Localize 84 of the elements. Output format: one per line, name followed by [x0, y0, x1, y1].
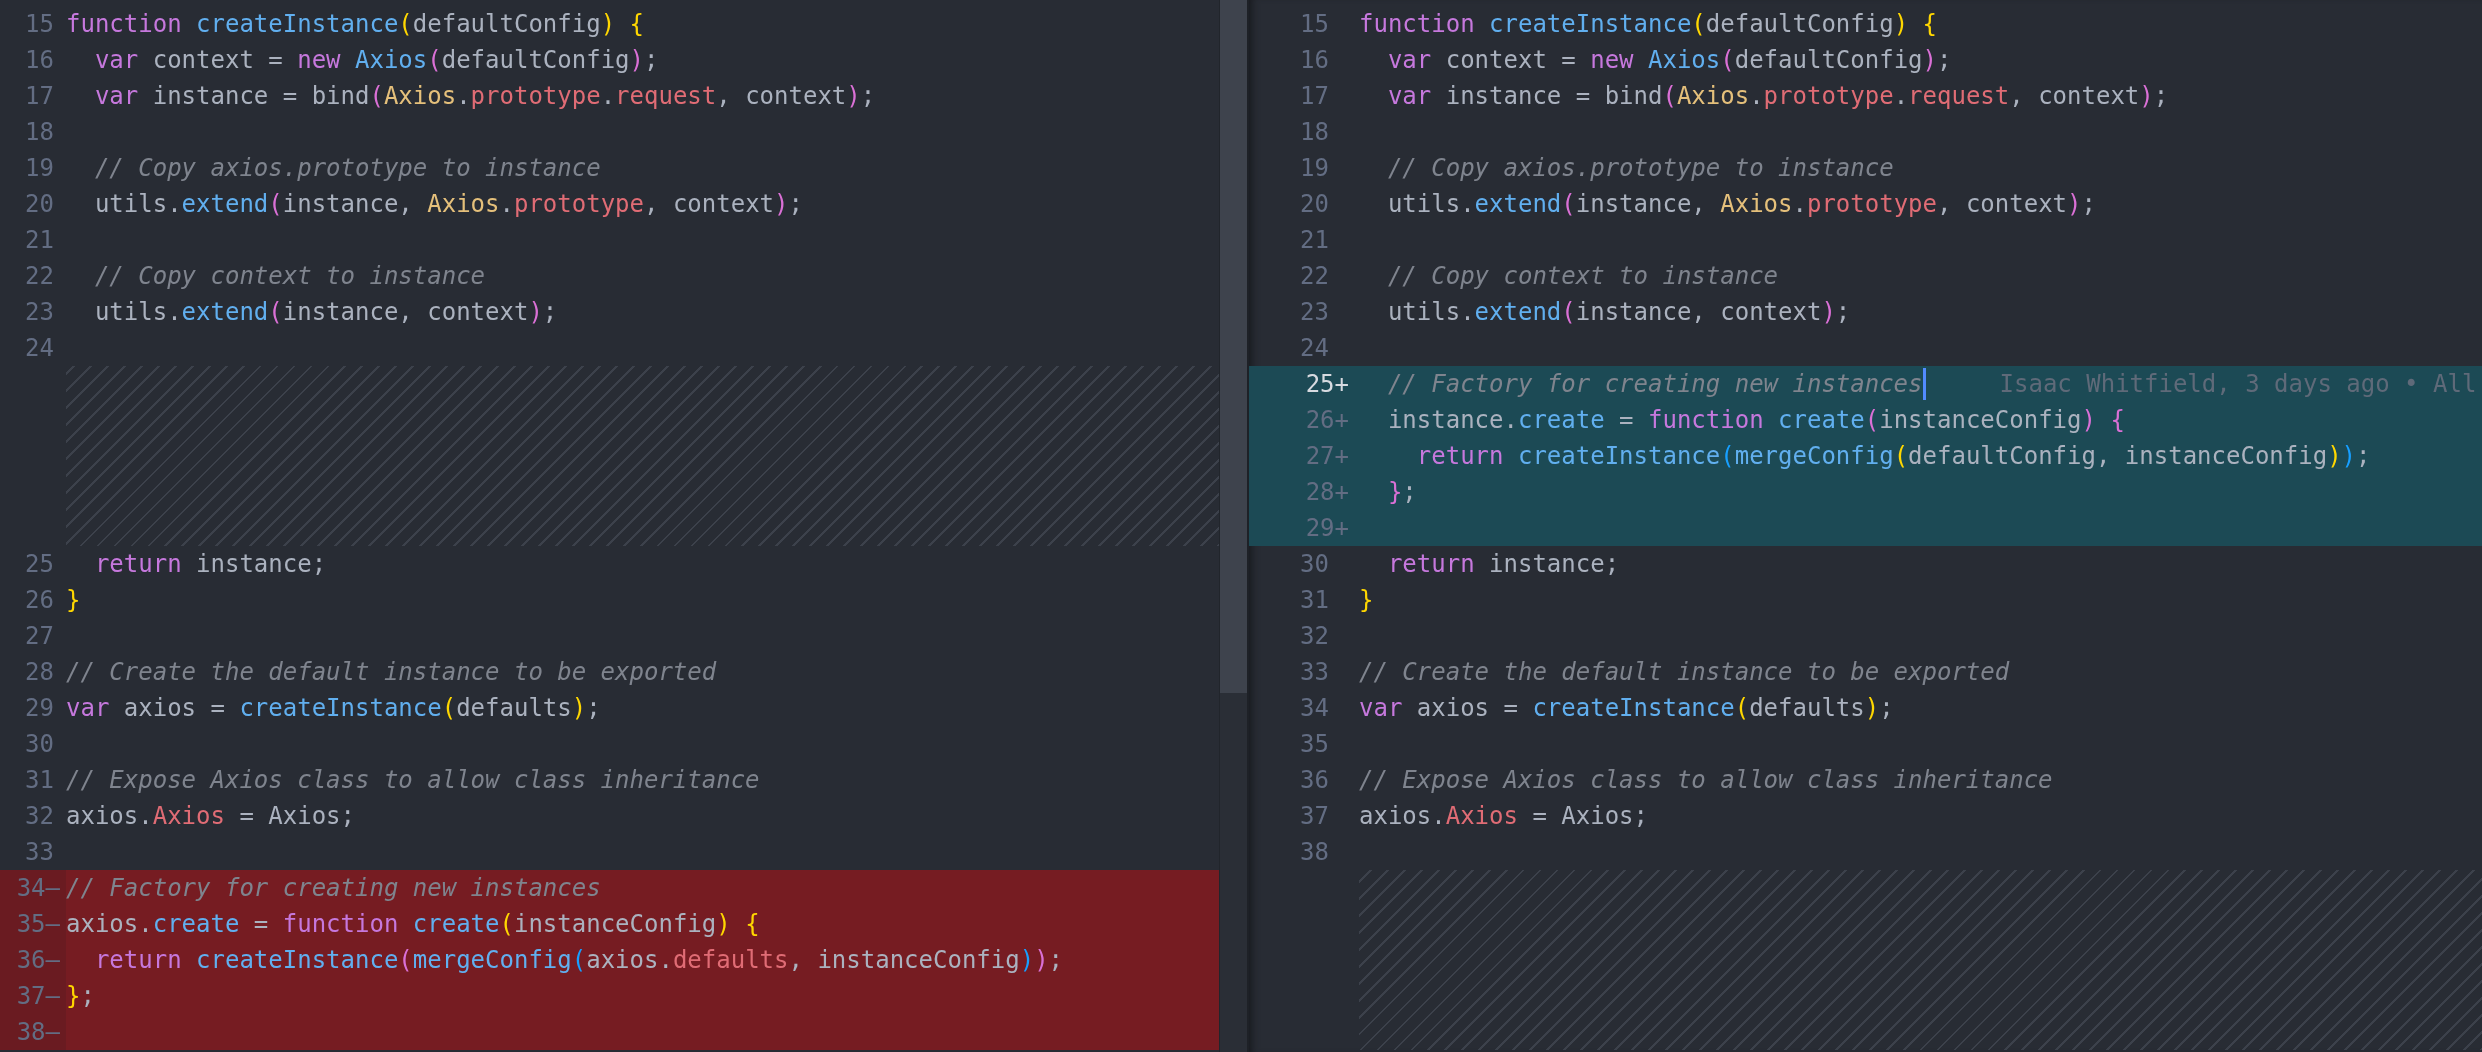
line-number: 32 — [25, 801, 54, 832]
line-number: 22 — [1300, 261, 1329, 292]
code-line: return instance; — [1386, 549, 1620, 580]
line-number: 21 — [25, 225, 54, 256]
line-number: 35— — [16, 909, 60, 940]
line-number: 20 — [1300, 189, 1329, 220]
scrollbar-thumb[interactable] — [1220, 0, 1247, 693]
code-line: axios.Axios = Axios; — [66, 801, 355, 832]
line-number: 24 — [1300, 333, 1329, 364]
line-number: 30 — [1300, 549, 1329, 580]
code-line: // Create the default instance to be exported — [1359, 657, 2010, 688]
code-line: // Copy axios.prototype to instance — [1386, 153, 1894, 184]
line-number: 27+ — [1305, 441, 1349, 472]
code-line: function createInstance(defaultConfig) { — [1359, 9, 1937, 40]
code-line: var context = new Axios(defaultConfig); — [1386, 45, 1952, 76]
line-number: 25+ — [1305, 369, 1349, 400]
code-line: } — [66, 585, 81, 616]
line-number: 23 — [25, 297, 54, 328]
code-line: return createInstance(mergeConfig(defaultConfig, instanceConfig)); — [1415, 441, 2371, 472]
code-line: axios.Axios = Axios; — [1359, 801, 1648, 832]
line-number: 38 — [1300, 837, 1329, 868]
code-line: instance.create = function create(instanceConfig) { — [1386, 405, 2125, 436]
code-line: var context = new Axios(defaultConfig); — [93, 45, 659, 76]
code-line: utils.extend(instance, context); — [93, 297, 558, 328]
code-line: // Copy axios.prototype to instance — [93, 153, 601, 184]
code-line: var axios = createInstance(defaults); — [1359, 693, 1894, 724]
code-line: utils.extend(instance, Axios.prototype, context); — [93, 189, 803, 220]
line-number: 36— — [16, 945, 60, 976]
code-line: // Expose Axios class to allow class inheritance — [1359, 765, 2053, 796]
code-line: } — [1359, 585, 1374, 616]
line-number: 31 — [1300, 585, 1329, 616]
line-number: 19 — [25, 153, 54, 184]
line-number: 34 — [1300, 693, 1329, 724]
line-number: 17 — [25, 81, 54, 112]
line-number: 28+ — [1305, 477, 1349, 508]
line-number: 24 — [25, 333, 54, 364]
line-number: 37 — [1300, 801, 1329, 832]
code-line: return createInstance(mergeConfig(axios.defaults, instanceConfig)); — [93, 945, 1064, 976]
line-number: 19 — [1300, 153, 1329, 184]
code-line: // Copy context to instance — [1386, 261, 1779, 292]
line-number: 27 — [25, 621, 54, 652]
line-number: 25 — [25, 549, 54, 580]
line-number: 29+ — [1305, 513, 1349, 544]
line-number: 18 — [25, 117, 54, 148]
code-line: // Factory for creating new instances — [1386, 369, 1923, 400]
line-number: 20 — [25, 189, 54, 220]
line-number: 26+ — [1305, 405, 1349, 436]
code-line: }; — [1386, 477, 1417, 508]
line-number: 16 — [1300, 45, 1329, 76]
code-line: utils.extend(instance, Axios.prototype, context); — [1386, 189, 2096, 220]
line-number: 23 — [1300, 297, 1329, 328]
line-number: 33 — [25, 837, 54, 868]
code-line: // Factory for creating new instances — [66, 873, 601, 904]
line-number: 15 — [1300, 9, 1329, 40]
line-number: 33 — [1300, 657, 1329, 688]
line-number: 38— — [16, 1017, 60, 1048]
line-number: 29 — [25, 693, 54, 724]
line-number: 15 — [25, 9, 54, 40]
code-line: var instance = bind(Axios.prototype.request, context); — [93, 81, 876, 112]
line-number: 21 — [1300, 225, 1329, 256]
line-number: 30 — [25, 729, 54, 760]
code-line: // Copy context to instance — [93, 261, 486, 292]
line-number: 18 — [1300, 117, 1329, 148]
line-number: 32 — [1300, 621, 1329, 652]
line-number: 37— — [16, 981, 60, 1012]
line-number: 36 — [1300, 765, 1329, 796]
code-line: return instance; — [93, 549, 327, 580]
code-line: // Expose Axios class to allow class inheritance — [66, 765, 760, 796]
code-line: axios.create = function create(instanceConfig) { — [66, 909, 760, 940]
code-line: // Create the default instance to be exported — [66, 657, 717, 688]
line-number: 26 — [25, 585, 54, 616]
code-line: function createInstance(defaultConfig) { — [66, 9, 644, 40]
line-number: 31 — [25, 765, 54, 796]
blame-annotation: Isaac Whitfield, 3 days ago • All — [1999, 369, 2477, 400]
line-number: 22 — [25, 261, 54, 292]
line-number: 35 — [1300, 729, 1329, 760]
line-number: 28 — [25, 657, 54, 688]
code-line: var instance = bind(Axios.prototype.request, context); — [1386, 81, 2169, 112]
code-line: }; — [66, 981, 95, 1012]
line-number: 17 — [1300, 81, 1329, 112]
code-line: var axios = createInstance(defaults); — [66, 693, 601, 724]
code-line: utils.extend(instance, context); — [1386, 297, 1851, 328]
line-number: 16 — [25, 45, 54, 76]
line-number: 34— — [16, 873, 60, 904]
